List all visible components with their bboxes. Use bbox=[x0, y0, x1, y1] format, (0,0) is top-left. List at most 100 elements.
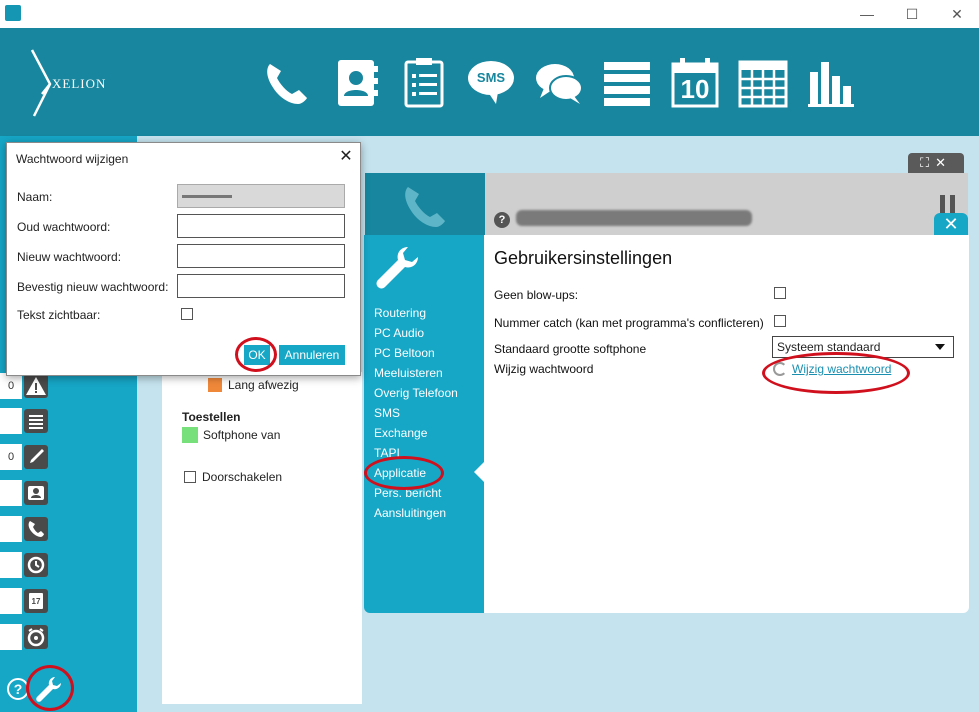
sidebar-row-alerts[interactable]: 0 bbox=[0, 373, 50, 399]
name-field: ▬▬▬▬▬ bbox=[177, 184, 345, 208]
panel-window-controls[interactable]: ⛶✕ bbox=[908, 153, 964, 173]
menu-item-pc-beltoon[interactable]: PC Beltoon bbox=[374, 346, 435, 360]
grid-icon[interactable] bbox=[738, 58, 788, 108]
menu-item-meeluisteren[interactable]: Meeluisteren bbox=[374, 366, 443, 380]
calls-count bbox=[0, 516, 22, 542]
menu-item-sms[interactable]: SMS bbox=[374, 406, 400, 420]
warning-icon bbox=[24, 374, 48, 398]
wrench-icon bbox=[376, 247, 418, 289]
device-status-color bbox=[182, 427, 198, 443]
number-catch-checkbox[interactable] bbox=[774, 315, 786, 327]
name-label: Naam: bbox=[17, 190, 53, 204]
softphone-size-label: Standaard grootte softphone bbox=[494, 342, 647, 356]
list-icon bbox=[24, 409, 48, 433]
app-icon bbox=[5, 5, 21, 21]
menu-item-applicatie[interactable]: Applicatie bbox=[374, 466, 426, 480]
calendar-count bbox=[0, 588, 22, 614]
menu-item-aansluitingen[interactable]: Aansluitingen bbox=[374, 506, 446, 520]
list-icon[interactable] bbox=[602, 58, 652, 108]
window-titlebar: — ☐ ✕ bbox=[0, 0, 979, 28]
show-text-label: Tekst zichtbaar: bbox=[17, 308, 101, 322]
menu-item-pers-bericht[interactable]: Pers. bericht bbox=[374, 486, 441, 500]
brand-name: XELION bbox=[52, 76, 107, 91]
ok-button[interactable]: OK bbox=[244, 345, 270, 365]
confirm-password-field[interactable] bbox=[177, 274, 345, 298]
sidebar-row-contact[interactable] bbox=[0, 480, 50, 506]
alarm-count bbox=[0, 624, 22, 650]
dialog-close-button[interactable]: ✕ bbox=[337, 148, 355, 166]
menu-item-overig-telefoon[interactable]: Overig Telefoon bbox=[374, 386, 458, 400]
sidebar-row-notes[interactable]: 0 bbox=[0, 444, 50, 470]
sms-icon[interactable]: SMS bbox=[466, 58, 516, 108]
sidebar-row-calls[interactable] bbox=[0, 516, 50, 542]
sidebar-row-calendar[interactable]: 17 bbox=[0, 588, 50, 614]
maximize-button[interactable]: ☐ bbox=[900, 4, 924, 24]
change-password-dialog: Wachtwoord wijzigen ✕ Naam: ▬▬▬▬▬ Oud wa… bbox=[6, 142, 361, 376]
list-count bbox=[0, 408, 22, 434]
status-panel: Lang afwezig Toestellen Softphone van Do… bbox=[162, 372, 362, 704]
help-icon[interactable]: ? bbox=[7, 678, 29, 700]
chat-icon[interactable] bbox=[534, 58, 584, 108]
blowups-checkbox[interactable] bbox=[774, 287, 786, 299]
cancel-button[interactable]: Annuleren bbox=[279, 345, 345, 365]
document-icon[interactable] bbox=[400, 58, 450, 108]
sidebar-row-list[interactable] bbox=[0, 408, 50, 434]
contact-card-icon bbox=[24, 481, 48, 505]
calendar-day: 10 bbox=[680, 74, 710, 104]
old-password-field[interactable] bbox=[177, 214, 345, 238]
menu-item-tapi[interactable]: TAPI bbox=[374, 446, 400, 460]
loading-spinner-icon bbox=[773, 362, 787, 376]
new-password-label: Nieuw wachtwoord: bbox=[17, 250, 122, 264]
old-password-label: Oud wachtwoord: bbox=[17, 220, 111, 234]
alarm-icon bbox=[24, 625, 48, 649]
history-icon bbox=[24, 553, 48, 577]
sidebar-row-history[interactable] bbox=[0, 552, 50, 578]
notes-count: 0 bbox=[0, 444, 22, 470]
stats-icon[interactable] bbox=[806, 58, 856, 108]
new-password-field[interactable] bbox=[177, 244, 345, 268]
phone-icon bbox=[405, 187, 445, 227]
call-help-icon[interactable]: ? bbox=[494, 212, 510, 228]
pause-icon[interactable] bbox=[940, 195, 956, 213]
devices-heading: Toestellen bbox=[182, 410, 241, 424]
pen-icon bbox=[24, 445, 48, 469]
change-password-link[interactable]: Wijzig wachtwoord bbox=[792, 362, 891, 376]
confirm-password-label: Bevestig nieuw wachtwoord: bbox=[17, 280, 169, 294]
menu-item-pc-audio[interactable]: PC Audio bbox=[374, 326, 424, 340]
contacts-icon[interactable] bbox=[332, 58, 382, 108]
minimize-button[interactable]: — bbox=[855, 4, 879, 24]
menu-item-routering[interactable]: Routering bbox=[374, 306, 426, 320]
dialog-title: Wachtwoord wijzigen bbox=[16, 152, 129, 166]
chevron-down-icon bbox=[935, 344, 945, 350]
settings-menu: Routering PC Audio PC Beltoon Meeluister… bbox=[364, 235, 484, 613]
contact-count bbox=[0, 480, 22, 506]
sidebar-calendar-day: 17 bbox=[31, 597, 41, 606]
sidebar-row-alarm[interactable] bbox=[0, 624, 50, 650]
call-header-icon-area bbox=[365, 173, 485, 235]
close-window-button[interactable]: ✕ bbox=[945, 4, 969, 24]
device-item[interactable]: Softphone van bbox=[203, 428, 280, 442]
phone-icon bbox=[24, 517, 48, 541]
number-catch-label: Nummer catch (kan met programma's confli… bbox=[494, 316, 764, 330]
menu-item-exchange[interactable]: Exchange bbox=[374, 426, 427, 440]
redacted-caller-info bbox=[516, 210, 752, 226]
top-navigation: XELION SMS 10 bbox=[0, 28, 979, 136]
forward-label: Doorschakelen bbox=[202, 470, 283, 484]
forward-checkbox[interactable] bbox=[184, 471, 196, 483]
history-count bbox=[0, 552, 22, 578]
settings-title: Gebruikersinstellingen bbox=[494, 248, 673, 268]
wrench-settings-icon[interactable] bbox=[33, 674, 63, 704]
calendar-icon[interactable]: 10 bbox=[670, 58, 720, 108]
status-item[interactable]: Lang afwezig bbox=[228, 378, 299, 392]
phone-icon[interactable] bbox=[262, 58, 312, 108]
change-password-label: Wijzig wachtwoord bbox=[494, 362, 594, 376]
sms-icon-label: SMS bbox=[476, 70, 506, 85]
show-text-checkbox[interactable] bbox=[181, 308, 193, 320]
blowups-label: Geen blow-ups: bbox=[494, 288, 579, 302]
close-panel-button[interactable]: ✕ bbox=[934, 213, 968, 235]
softphone-size-select[interactable]: Systeem standaard bbox=[772, 336, 954, 358]
calendar-icon: 17 bbox=[24, 589, 48, 613]
status-color bbox=[208, 378, 222, 392]
menu-selection-pointer bbox=[474, 462, 484, 482]
alert-count: 0 bbox=[0, 373, 22, 399]
